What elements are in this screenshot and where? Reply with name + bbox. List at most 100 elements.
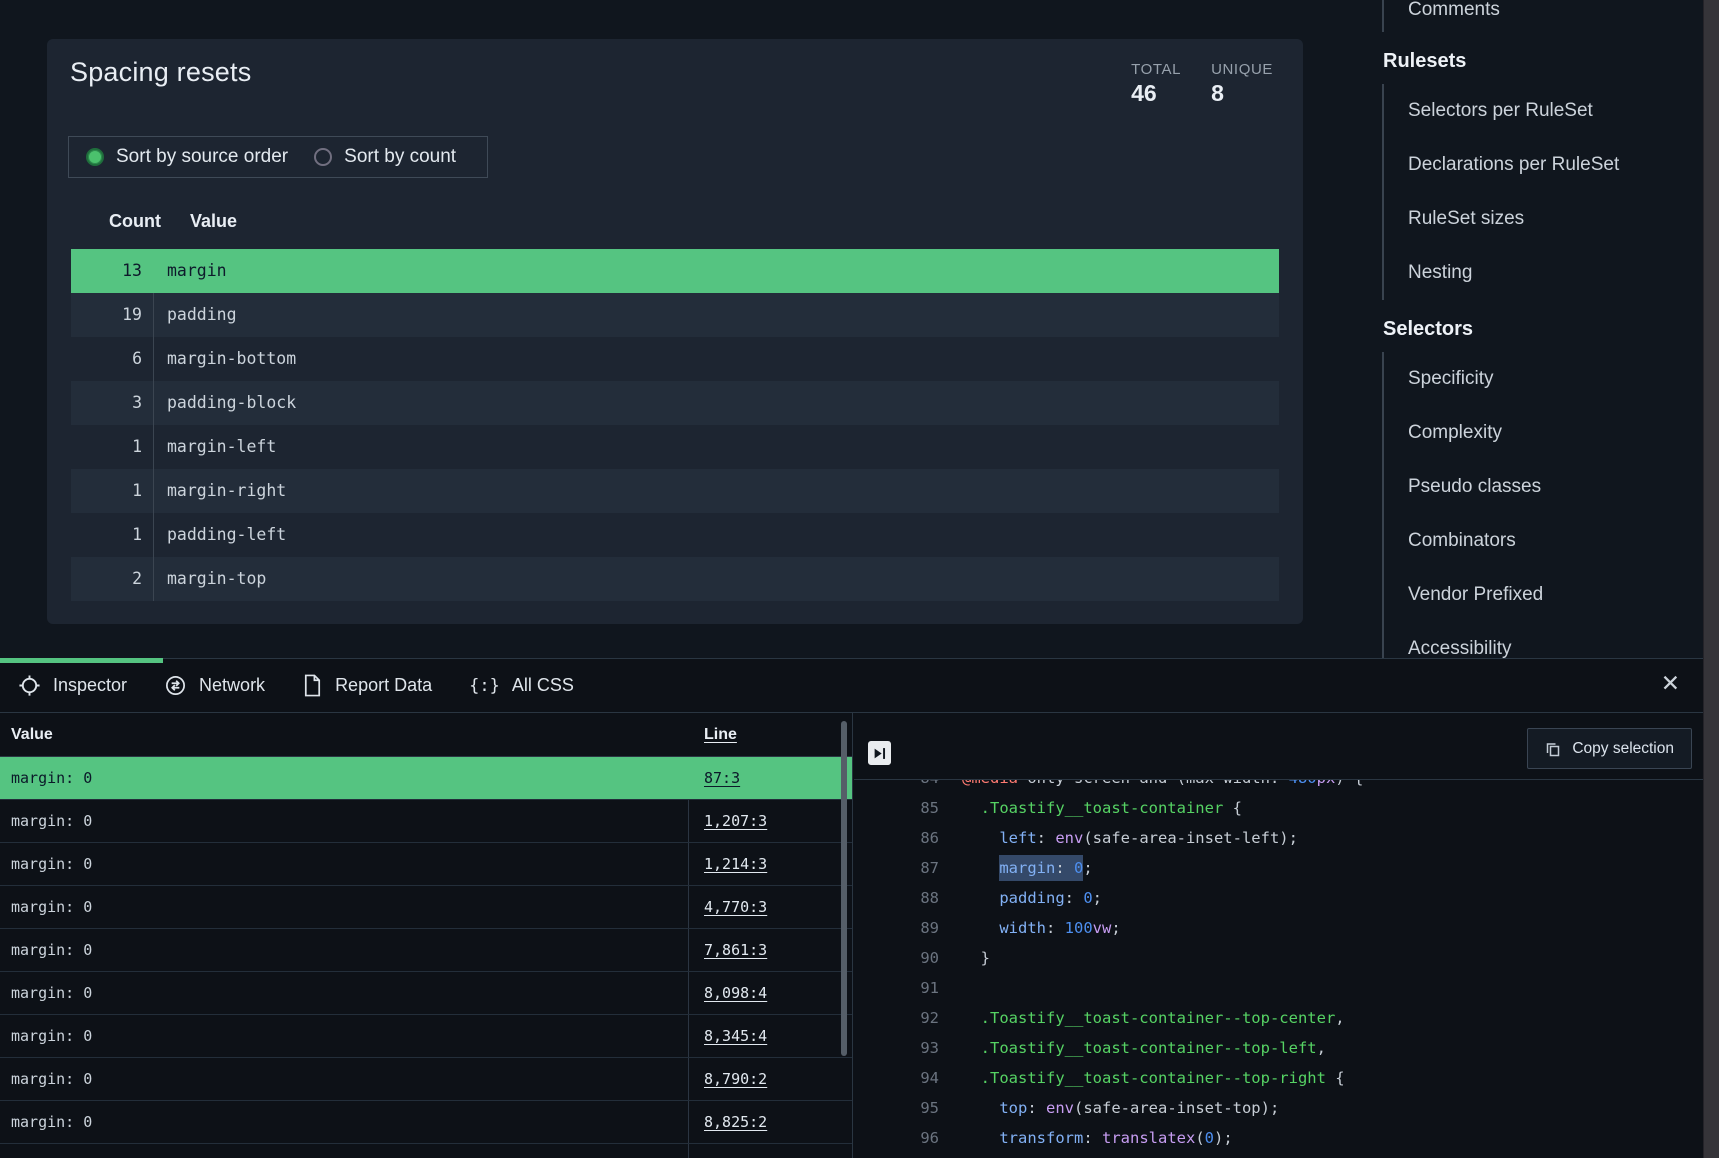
- inspector-row[interactable]: margin: 04,770:3: [0, 886, 852, 929]
- tab-report-data[interactable]: Report Data: [302, 674, 432, 697]
- line-link[interactable]: 87:3: [704, 769, 740, 787]
- stat-value: 8: [1211, 80, 1273, 107]
- stat-label: TOTAL: [1131, 61, 1181, 78]
- bottom-panel: InspectorNetworkReport Data{:}All CSS ✕ …: [0, 658, 1703, 1158]
- line-number: 92: [854, 1003, 939, 1033]
- line-link[interactable]: 7,861:3: [704, 941, 767, 959]
- inspector-row[interactable]: margin: 08,790:2: [0, 1058, 852, 1101]
- line-link[interactable]: 8,790:2: [704, 1070, 767, 1088]
- radio-icon[interactable]: [314, 148, 332, 166]
- row-value: margin-right: [153, 469, 1279, 513]
- inspector-panel: Value Line margin: 087:3margin: 01,207:3…: [0, 713, 853, 1158]
- card-stats: TOTAL 46 UNIQUE8: [1131, 61, 1273, 107]
- row-value: padding-left: [153, 513, 1279, 557]
- table-row[interactable]: 1margin-left: [71, 425, 1279, 469]
- table-row[interactable]: 1margin-right: [71, 469, 1279, 513]
- expand-panel-icon: [873, 747, 886, 760]
- inspector-row[interactable]: [0, 1144, 852, 1158]
- code-panel-header: Copy selection: [854, 713, 1703, 780]
- line-number: 93: [854, 1033, 939, 1063]
- line-number: 91: [854, 973, 939, 1003]
- sort-option[interactable]: Sort by count: [314, 146, 456, 168]
- line-number: 94: [854, 1063, 939, 1093]
- code-text: margin: 0;: [962, 853, 1093, 883]
- table-row[interactable]: 2margin-top: [71, 557, 1279, 601]
- copy-selection-button[interactable]: Copy selection: [1527, 728, 1692, 769]
- sidebar-item-ruleset-sizes[interactable]: RuleSet sizes: [1384, 192, 1703, 246]
- stat-block: UNIQUE8: [1211, 61, 1273, 107]
- sidebar-section-header: Rulesets: [1383, 46, 1703, 76]
- inspector-scrollbar-thumb[interactable]: [841, 721, 847, 1056]
- sidebar-item-specificity[interactable]: Specificity: [1384, 352, 1703, 406]
- inspector-row-value: margin: 0: [0, 1015, 688, 1057]
- sidebar-item-comments[interactable]: Comments: [1384, 0, 1703, 32]
- sidebar-nav: Comments Rulesets Selectors per RuleSetDec…: [1360, 0, 1703, 658]
- inspector-row-line-cell: 7,861:3: [688, 929, 852, 971]
- line-link[interactable]: 8,345:4: [704, 1027, 767, 1045]
- inspector-row[interactable]: margin: 08,825:2: [0, 1101, 852, 1144]
- code-line: 92 .Toastify__toast-container--top-cente…: [854, 1003, 1703, 1033]
- sidebar-item-vendor-prefixed[interactable]: Vendor Prefixed: [1384, 568, 1703, 622]
- table-row[interactable]: 19padding: [71, 293, 1279, 337]
- sidebar-item-complexity[interactable]: Complexity: [1384, 406, 1703, 460]
- tab-label: All CSS: [512, 675, 574, 696]
- close-icon[interactable]: ✕: [1661, 672, 1680, 695]
- line-link[interactable]: 8,825:2: [704, 1113, 767, 1131]
- line-link[interactable]: 1,214:3: [704, 855, 767, 873]
- stat-value: 46: [1131, 80, 1181, 107]
- window-scrollbar[interactable]: [1703, 0, 1719, 1158]
- code-viewer: 84@media only screen and (max-width: 480…: [854, 763, 1703, 1153]
- sidebar-item-accessibility[interactable]: Accessibility: [1384, 622, 1703, 658]
- radio-icon[interactable]: [86, 148, 104, 166]
- table-row[interactable]: 13margin: [71, 249, 1279, 293]
- copy-selection-label: Copy selection: [1572, 740, 1674, 758]
- table-row[interactable]: 3padding-block: [71, 381, 1279, 425]
- sidebar-item-pseudo-classes[interactable]: Pseudo classes: [1384, 460, 1703, 514]
- line-number: 90: [854, 943, 939, 973]
- tab-all-css[interactable]: {:}All CSS: [469, 675, 574, 696]
- code-line: 94 .Toastify__toast-container--top-right…: [854, 1063, 1703, 1093]
- tab-network[interactable]: Network: [164, 674, 265, 697]
- row-value: margin: [153, 249, 1279, 293]
- table-row[interactable]: 1padding-left: [71, 513, 1279, 557]
- line-number: 86: [854, 823, 939, 853]
- inspector-row-value: margin: 0: [0, 929, 688, 971]
- code-panel: 84@media only screen and (max-width: 480…: [854, 713, 1703, 1158]
- sidebar-item-selectors-per-ruleset[interactable]: Selectors per RuleSet: [1384, 84, 1703, 138]
- inspector-row-line-cell: 8,825:2: [688, 1101, 852, 1143]
- row-value: margin-top: [153, 557, 1279, 601]
- sort-option-label: Sort by source order: [116, 146, 288, 168]
- table-row[interactable]: 6margin-bottom: [71, 337, 1279, 381]
- value-column-header: Value: [190, 211, 237, 232]
- inspector-row-line-cell: 8,098:4: [688, 972, 852, 1014]
- sidebar-group: Selectors per RuleSetDeclarations per Ru…: [1382, 84, 1703, 300]
- inspector-row-value: margin: 0: [0, 972, 688, 1014]
- tab-label: Network: [199, 675, 265, 696]
- sidebar-section-header: Selectors: [1383, 314, 1703, 344]
- line-number: 87: [854, 853, 939, 883]
- sidebar-item-nesting[interactable]: Nesting: [1384, 246, 1703, 300]
- inspector-row[interactable]: margin: 0 8,098:4: [0, 972, 852, 1015]
- inspector-row[interactable]: margin: 0 1,207:3: [0, 800, 852, 843]
- inspector-row[interactable]: margin: 0 7,861:3: [0, 929, 852, 972]
- inspector-line-header[interactable]: Line: [704, 726, 737, 743]
- row-value: margin-bottom: [153, 337, 1279, 381]
- stat-block: TOTAL 46: [1131, 61, 1181, 107]
- inspector-row[interactable]: margin: 0 8,345:4: [0, 1015, 852, 1058]
- tab-label: Report Data: [335, 675, 432, 696]
- line-link[interactable]: 1,207:3: [704, 812, 767, 830]
- expand-panel-button[interactable]: [868, 741, 891, 765]
- transfer-icon: [164, 674, 187, 697]
- inspector-row[interactable]: margin: 087:3: [0, 757, 852, 800]
- tab-inspector[interactable]: Inspector: [18, 674, 127, 697]
- inspector-row[interactable]: margin: 01,214:3: [0, 843, 852, 886]
- inspector-row-value: margin: 0: [0, 800, 688, 842]
- row-count: 1: [71, 469, 153, 513]
- line-link[interactable]: 8,098:4: [704, 984, 767, 1002]
- sort-option[interactable]: Sort by source order: [86, 146, 288, 168]
- sidebar-item-declarations-per-ruleset[interactable]: Declarations per RuleSet: [1384, 138, 1703, 192]
- line-link[interactable]: 4,770:3: [704, 898, 767, 916]
- sidebar-item-combinators[interactable]: Combinators: [1384, 514, 1703, 568]
- inspector-row-line-cell: 8,345:4: [688, 1015, 852, 1057]
- code-line: 85 .Toastify__toast-container {: [854, 793, 1703, 823]
